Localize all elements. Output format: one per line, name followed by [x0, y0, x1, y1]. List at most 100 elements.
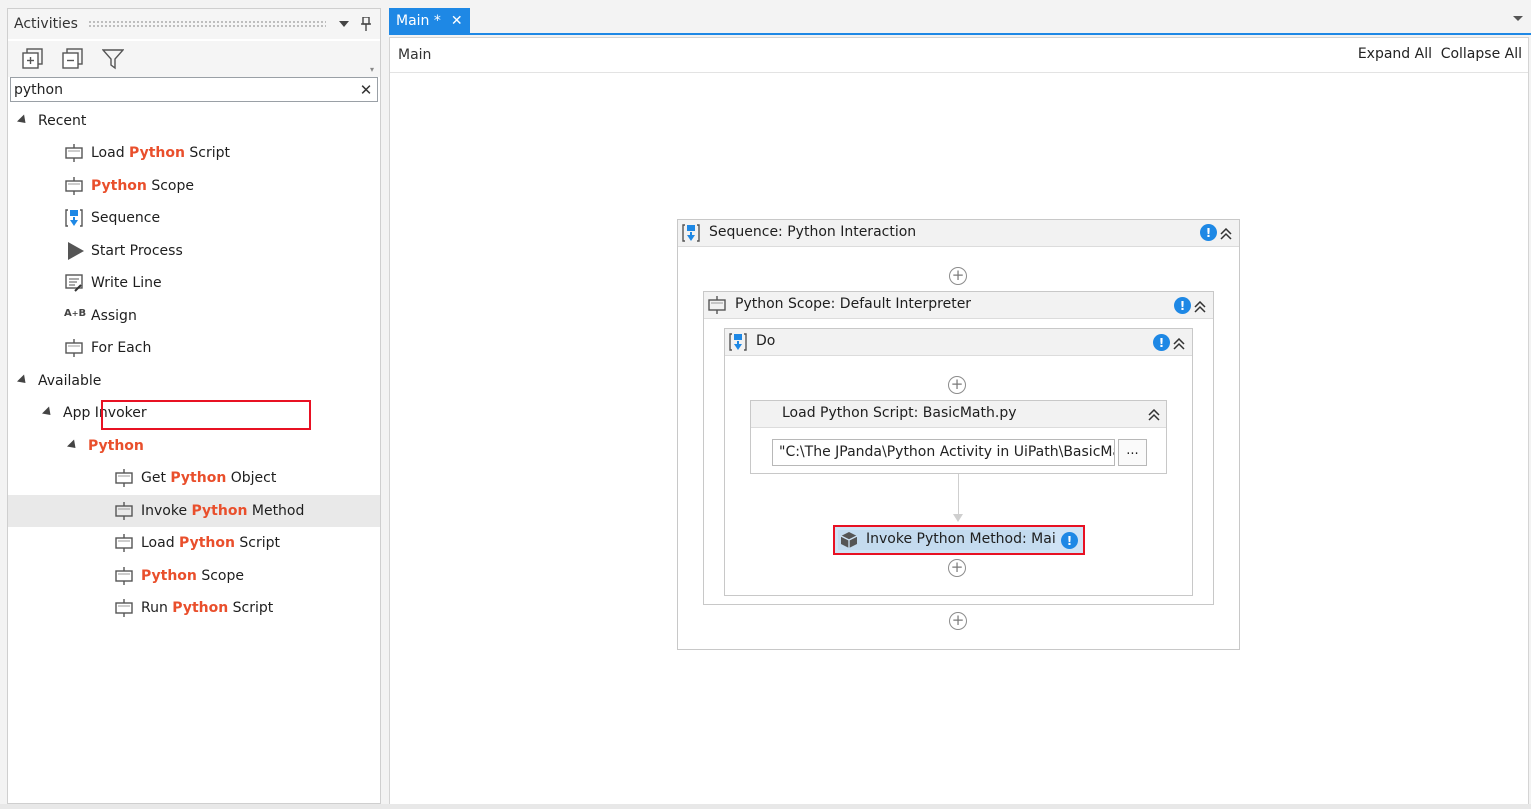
tree-item-sequence[interactable]: Sequence [8, 202, 380, 234]
tree-item-run-python-script[interactable]: Run Python Script [8, 592, 380, 624]
activity-icon [115, 469, 133, 487]
write-line-icon [65, 274, 83, 292]
tree-item-assign[interactable]: A+B Assign [8, 300, 380, 332]
invoke-python-method-title: Invoke Python Method: Mai [866, 531, 1056, 547]
flow-connector [958, 474, 959, 518]
breadcrumb-bar: Main Expand All Collapse All [390, 38, 1528, 73]
activities-search-box: ✕ [10, 77, 378, 102]
tree-item-write-line[interactable]: Write Line [8, 267, 380, 299]
activities-panel-header: Activities [8, 9, 380, 39]
tree-node-recent[interactable]: Recent [8, 105, 380, 137]
tree-item-invoke-python-method[interactable]: Invoke Python Method [8, 495, 380, 527]
tree-node-label: Python [88, 438, 144, 454]
tree-item-label: Load Python Script [91, 145, 230, 161]
panel-drag-grip[interactable] [87, 20, 326, 28]
tree-item-start-process[interactable]: Start Process [8, 235, 380, 267]
tree-item-label: Get Python Object [141, 470, 277, 486]
panel-options-dropdown-icon[interactable] [336, 16, 352, 32]
filter-icon[interactable] [101, 48, 125, 70]
browse-button[interactable]: ... [1118, 439, 1147, 466]
tree-node-label: Recent [38, 113, 87, 129]
add-activity-plus-icon[interactable]: + [949, 612, 967, 630]
tree-item-label: Write Line [91, 275, 162, 291]
activities-panel: Activities ▾ ✕ Recent [7, 8, 381, 804]
breadcrumb[interactable]: Main [398, 47, 431, 63]
validation-warning-icon[interactable]: ! [1174, 297, 1191, 314]
tree-node-label: Available [38, 373, 102, 389]
tree-item-label: Start Process [91, 243, 183, 259]
activities-toolbar: ▾ [8, 41, 380, 77]
invoke-method-icon [840, 531, 858, 553]
validation-warning-icon[interactable]: ! [1200, 224, 1217, 241]
expanded-caret-icon[interactable] [66, 439, 80, 452]
sequence-header[interactable]: Sequence: Python Interaction ! [678, 220, 1239, 247]
activity-icon [65, 177, 83, 195]
tree-node-available[interactable]: Available [8, 365, 380, 397]
bottom-status-strip [0, 804, 1531, 809]
activity-icon [115, 599, 133, 617]
tree-item-python-scope-available[interactable]: Python Scope [8, 560, 380, 592]
collapse-chevron-icon[interactable] [1172, 337, 1186, 351]
tab-list-dropdown-icon[interactable] [1513, 16, 1523, 21]
pin-icon[interactable] [358, 16, 374, 32]
tree-node-python[interactable]: Python [8, 430, 380, 462]
flow-connector-arrow [953, 514, 963, 522]
validation-warning-icon[interactable]: ! [1153, 334, 1170, 351]
close-tab-icon[interactable]: ✕ [451, 13, 463, 29]
script-path-field[interactable]: "C:\The JPanda\Python Activity in UiPath… [772, 439, 1115, 466]
activity-icon [115, 502, 133, 520]
add-activity-plus-icon[interactable]: + [948, 559, 966, 577]
add-activity-plus-icon[interactable]: + [949, 267, 967, 285]
play-icon [67, 242, 85, 260]
load-python-script-title: Load Python Script: BasicMath.py [782, 405, 1017, 421]
clear-search-icon[interactable]: ✕ [355, 81, 377, 99]
sequence-icon [65, 209, 83, 227]
validation-warning-icon[interactable]: ! [1061, 532, 1078, 549]
tree-item-label: Run Python Script [141, 600, 274, 616]
collapse-all-icon[interactable] [62, 48, 84, 70]
tree-item-label: Sequence [91, 210, 161, 226]
expanded-caret-icon[interactable] [16, 114, 30, 127]
tree-item-get-python-object[interactable]: Get Python Object [8, 462, 380, 494]
load-python-script-activity[interactable]: Load Python Script: BasicMath.py "C:\The… [750, 400, 1167, 474]
activities-panel-title: Activities [14, 16, 78, 32]
do-title: Do [756, 333, 776, 349]
collapse-chevron-icon[interactable] [1193, 300, 1207, 314]
activity-icon [115, 534, 133, 552]
activities-search-input[interactable] [11, 78, 355, 101]
tree-item-load-python-script-available[interactable]: Load Python Script [8, 527, 380, 559]
document-tab-strip: Main * ✕ [389, 8, 1531, 35]
tab-main[interactable]: Main * ✕ [389, 8, 470, 33]
tree-item-load-python-script[interactable]: Load Python Script [8, 137, 380, 169]
tree-item-label: Python Scope [141, 568, 244, 584]
tree-item-python-scope[interactable]: Python Scope [8, 170, 380, 202]
tree-item-label: Load Python Script [141, 535, 280, 551]
python-scope-header[interactable]: Python Scope: Default Interpreter ! [704, 292, 1213, 319]
tree-item-label: For Each [91, 340, 152, 356]
tree-item-label: Python Scope [91, 178, 194, 194]
tree-item-label: Assign [91, 308, 137, 324]
add-activity-plus-icon[interactable]: + [948, 376, 966, 394]
assign-icon: A+B [64, 308, 87, 319]
activity-icon [65, 339, 83, 357]
load-python-script-header[interactable]: Load Python Script: BasicMath.py [751, 401, 1166, 428]
do-header[interactable]: Do ! [725, 329, 1192, 356]
sequence-title: Sequence: Python Interaction [709, 224, 917, 240]
collapse-all-link[interactable]: Collapse All [1441, 46, 1522, 62]
tab-label: Main * [396, 12, 441, 29]
sequence-icon [682, 224, 700, 246]
activity-icon [708, 296, 726, 318]
collapse-chevron-icon[interactable] [1147, 408, 1161, 422]
python-scope-title: Python Scope: Default Interpreter [735, 296, 972, 312]
expand-all-icon[interactable] [22, 48, 44, 70]
expanded-caret-icon[interactable] [16, 374, 30, 387]
activity-icon [115, 567, 133, 585]
toolbar-overflow-icon[interactable]: ▾ [370, 65, 374, 74]
activity-icon [65, 144, 83, 162]
expanded-caret-icon[interactable] [41, 406, 55, 419]
expand-all-link[interactable]: Expand All [1358, 46, 1432, 62]
collapse-chevron-icon[interactable] [1219, 227, 1233, 241]
tree-item-for-each[interactable]: For Each [8, 332, 380, 364]
tree-item-label: Invoke Python Method [141, 503, 305, 519]
invoke-python-method-activity[interactable]: Invoke Python Method: Mai ! [833, 525, 1085, 555]
